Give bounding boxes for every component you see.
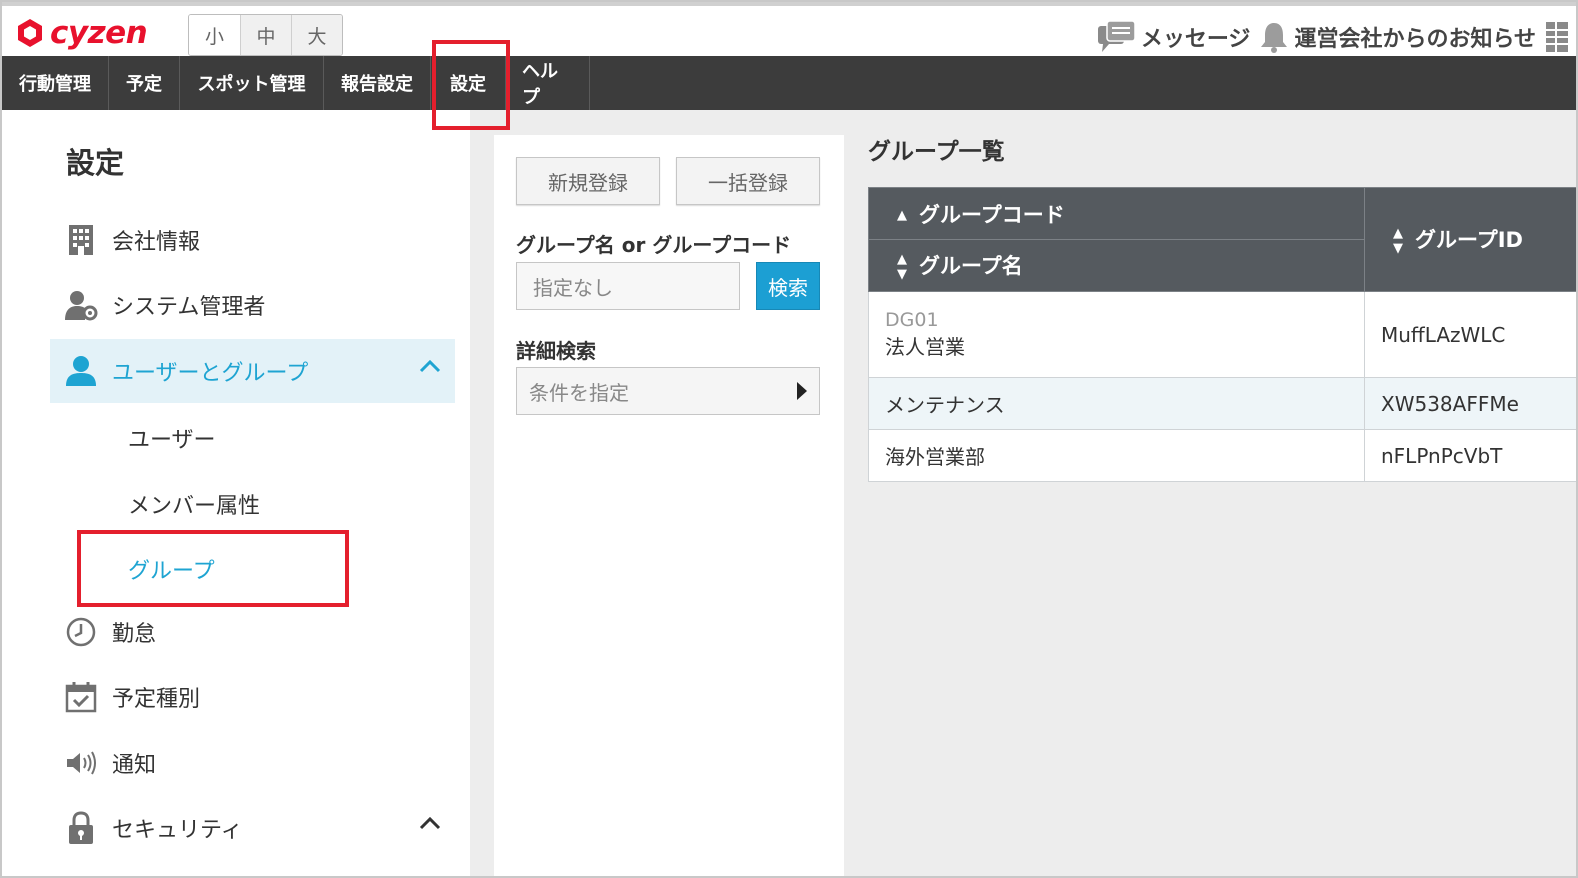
top-bar: cyzen 小 中 大 メッセージ 運営会社からのお知らせ	[2, 2, 1576, 56]
sort-asc-icon: ▲	[897, 208, 907, 223]
advanced-search-label: 詳細検索	[516, 339, 596, 363]
messages-label: メッセージ	[1140, 27, 1251, 52]
top-links: メッセージ 運営会社からのお知らせ	[1097, 18, 1572, 56]
search-button[interactable]: 検索	[756, 262, 820, 310]
group-name-cell: DG01 法人営業	[868, 291, 1365, 378]
clock-icon	[64, 615, 98, 649]
group-code: DG01	[885, 309, 939, 331]
nav-report-settings[interactable]: 報告設定	[324, 56, 431, 110]
notices-label: 運営会社からのお知らせ	[1294, 27, 1536, 52]
sidebar-item-label: 予定種別	[112, 687, 201, 712]
table-row[interactable]: DG01 法人営業 MuffLAzWLC	[868, 291, 1576, 378]
sidebar-title: 設定	[66, 146, 125, 180]
font-size-large-button[interactable]: 大	[291, 15, 342, 55]
sidebar-item-label: システム管理者	[112, 295, 266, 320]
group-name-cell: 海外営業部	[868, 429, 1365, 482]
sort-icon: ▲ ▼	[1393, 225, 1403, 256]
group-id-cell: XW538AFFMe	[1364, 377, 1576, 430]
sidebar-item-system-admin[interactable]: システム管理者	[50, 273, 455, 337]
group-name[interactable]: 海外営業部	[885, 445, 985, 469]
sidebar-item-users-and-groups[interactable]: ユーザーとグループ	[50, 339, 455, 403]
notices-link[interactable]: 運営会社からのお知らせ	[1258, 20, 1536, 54]
bell-icon	[1261, 23, 1288, 53]
group-table: ▲ グループコード ▲ ▼ グループID ▲ ▼ グループ名 DG01 法人営業 Muff…	[868, 187, 1576, 482]
building-icon	[64, 223, 98, 257]
caret-right-icon	[797, 382, 807, 400]
sort-by-name-header[interactable]: ▲ ▼ グループ名	[868, 239, 1365, 292]
settings-sidebar: 設定 会社情報 システム管理者 ユーザーとグループ ユーザー メンバー属性 グル…	[2, 110, 470, 876]
group-id-cell: nFLPnPcVbT	[1364, 429, 1576, 482]
highlight-box-settings	[432, 40, 510, 130]
table-row[interactable]: メンテナンス XW538AFFMe	[868, 377, 1576, 430]
app-window: cyzen 小 中 大 メッセージ 運営会社からのお知らせ 行動管理 予定 スポ…	[0, 0, 1578, 878]
sidebar-item-company-info[interactable]: 会社情報	[50, 208, 455, 272]
logo-text: cyzen	[50, 14, 148, 51]
logo[interactable]: cyzen	[16, 14, 148, 51]
group-name-cell: メンテナンス	[868, 377, 1365, 430]
chevron-up-icon[interactable]	[419, 359, 441, 373]
header-id-label: グループID	[1415, 227, 1523, 252]
condition-placeholder: 条件を指定	[529, 380, 629, 405]
group-search-input[interactable]: 指定なし	[516, 262, 740, 310]
lock-icon	[64, 811, 98, 845]
admin-gear-icon	[64, 288, 98, 322]
nav-spot-management[interactable]: スポット管理	[180, 56, 324, 110]
font-size-switcher: 小 中 大	[188, 14, 343, 56]
highlight-box-group	[77, 530, 349, 607]
sidebar-item-security[interactable]: セキュリティ	[50, 796, 455, 860]
sidebar-item-schedule-types[interactable]: 予定種別	[50, 665, 455, 729]
header-code-label: グループコード	[919, 202, 1065, 227]
cyzen-logo-icon	[18, 19, 42, 47]
sidebar-item-label: ユーザーとグループ	[112, 361, 309, 386]
chat-icon	[1097, 20, 1136, 52]
sidebar-item-label: 勤怠	[112, 622, 157, 647]
name-code-label: グループ名 or グループコード	[516, 233, 792, 257]
nav-schedule[interactable]: 予定	[109, 56, 180, 110]
bulk-register-button[interactable]: 一括登録	[676, 157, 820, 205]
sidebar-item-notifications[interactable]: 通知	[50, 731, 455, 795]
user-icon	[64, 354, 98, 388]
sort-by-id-header[interactable]: ▲ ▼ グループID	[1364, 187, 1576, 292]
speaker-icon	[64, 746, 98, 780]
calendar-check-icon	[64, 680, 98, 714]
new-register-button[interactable]: 新規登録	[516, 157, 660, 205]
table-row[interactable]: 海外営業部 nFLPnPcVbT	[868, 429, 1576, 482]
search-panel: 新規登録 一括登録 グループ名 or グループコード 指定なし 検索 詳細検索 …	[494, 135, 844, 876]
group-list-title: グループ一覧	[868, 139, 1005, 165]
font-size-medium-button[interactable]: 中	[240, 15, 291, 55]
menu-grid-icon[interactable]	[1544, 20, 1568, 54]
sidebar-item-label: 会社情報	[112, 230, 201, 255]
nav-action-management[interactable]: 行動管理	[2, 56, 109, 110]
nav-help[interactable]: ヘルプ	[506, 56, 590, 110]
group-name[interactable]: 法人営業	[885, 335, 965, 359]
group-name[interactable]: メンテナンス	[885, 393, 1005, 417]
sidebar-subitem-users[interactable]: ユーザー	[128, 422, 216, 454]
header-name-label: グループ名	[919, 253, 1023, 278]
messages-link[interactable]: メッセージ	[1097, 20, 1251, 54]
sidebar-item-label: 通知	[112, 753, 157, 778]
sidebar-item-attendance[interactable]: 勤怠	[50, 600, 455, 664]
chevron-up-icon[interactable]	[419, 816, 441, 830]
group-id-cell: MuffLAzWLC	[1364, 291, 1576, 378]
sort-by-code-header[interactable]: ▲ グループコード	[868, 187, 1365, 240]
condition-select[interactable]: 条件を指定	[516, 367, 820, 415]
sort-icon: ▲ ▼	[897, 251, 907, 282]
font-size-small-button[interactable]: 小	[189, 15, 240, 55]
main-nav: 行動管理 予定 スポット管理 報告設定 設定 ヘルプ	[2, 56, 1576, 110]
sidebar-item-label: セキュリティ	[112, 818, 243, 843]
sidebar-subitem-member-attributes[interactable]: メンバー属性	[128, 488, 260, 520]
